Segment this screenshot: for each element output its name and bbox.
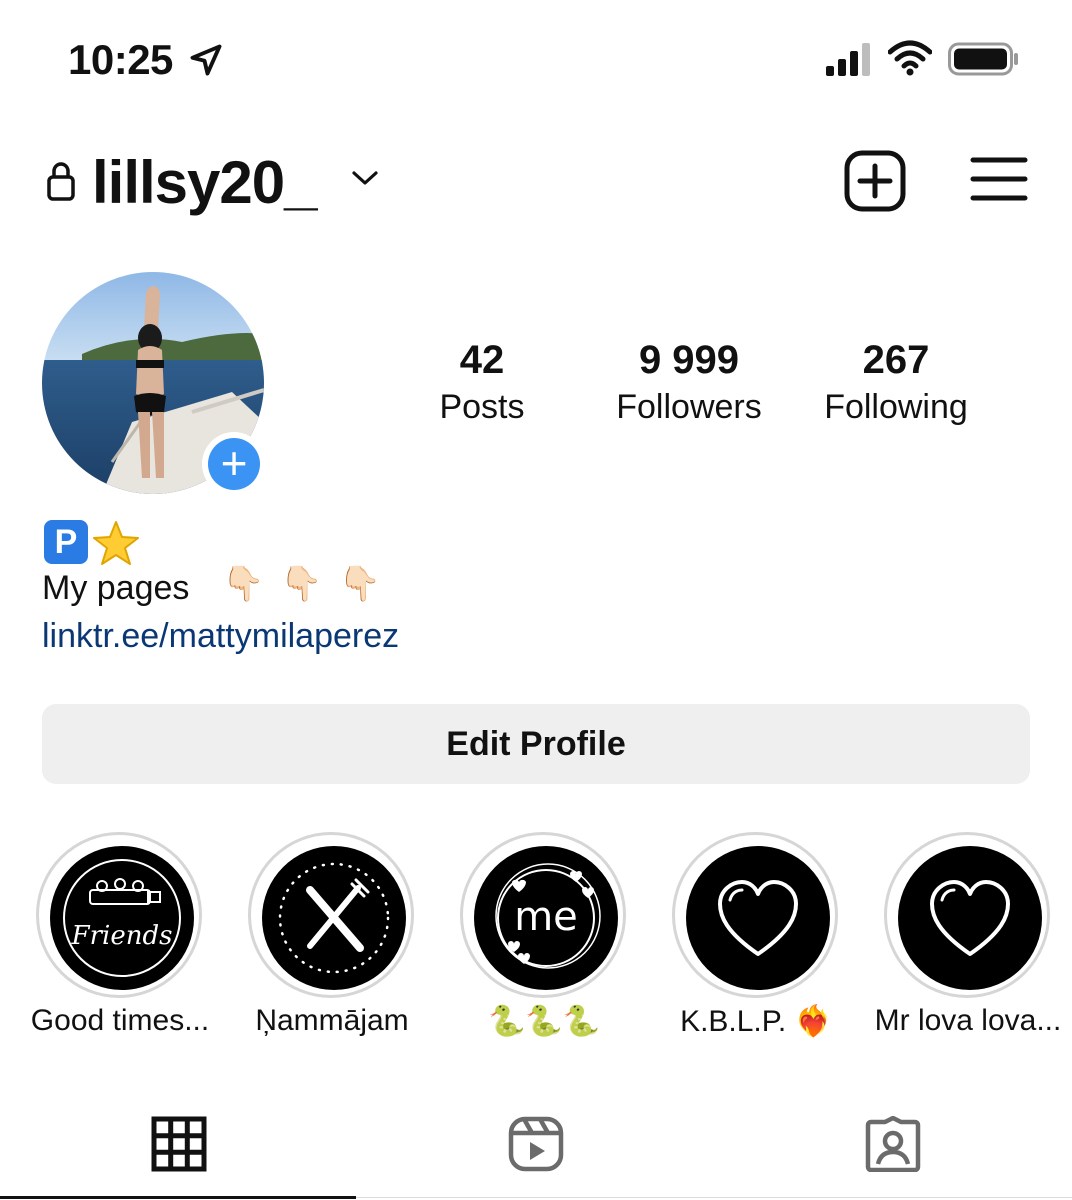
followers-label: Followers [616,388,762,426]
plus-icon: + [208,438,260,490]
pointing-down-icon: 👇🏻 [280,565,323,603]
highlight-ring [884,832,1050,998]
new-post-icon[interactable] [844,150,906,212]
username-switcher[interactable]: lillsy20_ [92,148,318,217]
highlight-ring: me [460,832,626,998]
active-tab-indicator [0,1196,356,1199]
add-story-button[interactable]: + [202,432,266,496]
me-icon: me [474,846,618,990]
cellular-signal-icon [826,43,870,76]
tagged-icon [865,1116,920,1172]
following-label: Following [824,388,968,426]
edit-profile-button[interactable]: Edit Profile [42,704,1030,784]
following-stat[interactable]: 267 Following [806,336,986,430]
battery-icon [948,42,1018,76]
grid-icon [151,1116,206,1172]
tab-divider [356,1197,1072,1198]
bio-link[interactable]: linktr.ee/mattymilaperez [42,614,399,658]
followers-stat[interactable]: 9 999 Followers [598,336,780,430]
heart-icon [898,846,1042,990]
posts-stat[interactable]: 42 Posts [420,336,544,430]
highlight-label: Good times... [30,1004,210,1037]
posts-count: 42 [459,338,505,382]
wifi-icon [888,40,932,76]
highlight-label: Ņammājam [255,1004,409,1037]
me-cover-text: me [514,894,578,940]
posts-label: Posts [439,388,525,426]
profile-tabs [0,1100,1072,1200]
chevron-down-icon[interactable] [350,166,380,190]
bio-line: My pages [42,569,190,607]
pointing-down-icons: 👇🏻 👇🏻 👇🏻 [222,564,381,604]
highlight-label: K.B.L.P. ❤️‍🔥 [680,1005,832,1038]
pointing-down-icon: 👇🏻 [338,565,382,603]
pointing-down-icon: 👇🏻 [222,565,265,603]
following-count: 267 [862,338,930,382]
location-arrow-icon [190,44,222,76]
tab-tagged[interactable] [714,1100,1071,1200]
reels-icon [508,1116,563,1172]
fork-knife-icon [262,846,406,990]
status-time: 10:25 [68,36,173,83]
highlight-ring [248,832,414,998]
tab-reels[interactable] [357,1100,714,1200]
friends-cover-text: Friends [71,921,173,951]
highlight-label: 🐍🐍🐍 [487,1005,601,1038]
highlight-label: Mr lova lova... [874,1004,1062,1037]
lock-icon [47,162,75,201]
highlight-ring: Friends [36,832,202,998]
heart-icon [686,846,830,990]
p-button-icon: P [44,520,88,564]
friends-icon: Friends [50,846,194,990]
highlight-ring [672,832,838,998]
status-bar: 10:25 [0,0,1072,110]
menu-icon[interactable] [970,154,1028,204]
tab-grid[interactable] [0,1100,357,1200]
star-icon [93,521,139,565]
profile-header: lillsy20_ [0,130,1072,230]
bio-emojis: P [44,520,140,566]
followers-count: 9 999 [638,338,740,382]
